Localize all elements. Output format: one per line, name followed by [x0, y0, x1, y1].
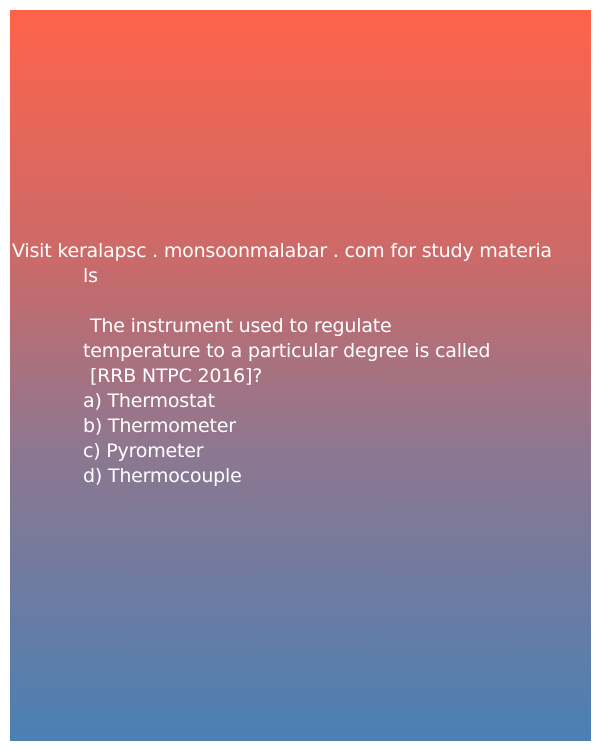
promo-line-2: ls [83, 265, 98, 287]
question-line-3: [RRB NTPC 2016]? [90, 365, 263, 387]
option-d: d) Thermocouple [83, 465, 242, 487]
question-line-1: The instrument used to regulate [90, 315, 392, 337]
question-line-2: temperature to a particular degree is ca… [83, 340, 491, 362]
gradient-card: Visit keralapsc . monsoonmalabar . com f… [10, 10, 591, 741]
option-a: a) Thermostat [83, 390, 215, 412]
option-c: c) Pyrometer [83, 440, 204, 462]
option-b: b) Thermometer [83, 415, 236, 437]
promo-line-1: Visit keralapsc . monsoonmalabar . com f… [12, 240, 552, 262]
post-text: Visit keralapsc . monsoonmalabar . com f… [10, 239, 591, 489]
